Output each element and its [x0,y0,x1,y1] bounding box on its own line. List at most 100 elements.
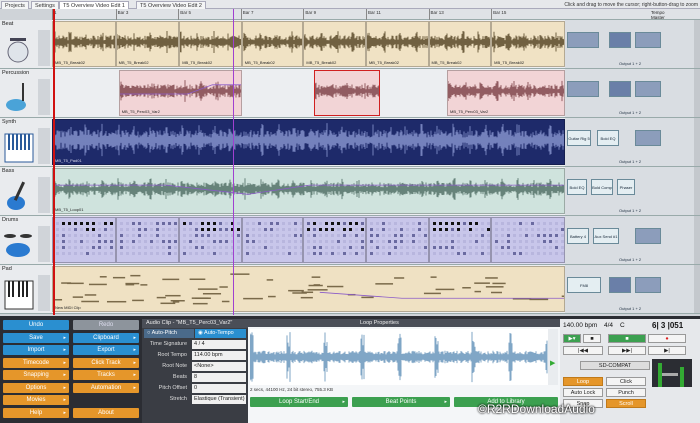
position-display[interactable]: 6| 3 |051 [652,321,683,330]
track-scrollbar[interactable] [694,69,700,117]
sync-mode-display[interactable]: SD-COMPAT [580,361,650,370]
track-name[interactable]: Pad [2,266,12,272]
auto-tempo-toggle[interactable]: ◉ Auto-Tempo [195,329,246,338]
movies-button[interactable]: Movies ▸ [3,395,69,405]
clip[interactable] [428,217,492,263]
about-button[interactable]: About [73,407,139,418]
end-button[interactable]: ▶| [648,346,686,355]
clip[interactable]: MB_T5_Break02 [491,21,565,67]
plugin-slot[interactable] [635,81,661,97]
tab-projects[interactable]: Projects [1,1,29,9]
track-name[interactable]: Synth [2,119,16,125]
track-output[interactable]: Output 1 + 2 [619,306,641,311]
track-scrollbar[interactable] [694,216,700,264]
record-mode-button[interactable]: ▶▾ [563,334,581,343]
clip[interactable]: MB_T5_Perc03_Var2 [447,70,565,116]
snapping-button[interactable]: Snapping ▸ [3,370,69,380]
tracks-button[interactable]: Tracks ▸ [73,370,139,380]
clip[interactable]: MB_T5_Pad01 [52,119,565,165]
clip[interactable]: MB_T5_Break02 [115,21,180,67]
punch-toggle[interactable]: Punch [606,388,646,397]
clip[interactable] [313,70,381,116]
automation-button[interactable]: Automation ▸ [73,382,139,393]
playhead-cursor[interactable] [233,9,234,315]
auto-lock-toggle[interactable]: Auto Lock [563,388,603,397]
timeline-ruler[interactable]: 1 Bar 3 Bar 5 Bar 7 Bar 9 Bar 11 Bar 13 Bar 15 [52,9,565,20]
track-lane-pad[interactable]: New MIDI Clip [52,265,565,314]
clip[interactable]: MB_T5_Break02 [241,21,304,67]
loop-waveform-scrollbar[interactable]: ▶ [548,329,558,385]
track-header-synth[interactable]: Synth [0,118,52,167]
loop-start-end-button[interactable]: Loop Start/End ▸ [250,397,348,407]
rewind-button[interactable]: |◀◀ [563,346,603,355]
tab-edit-2[interactable]: T5 Overview Video Edit 2 [136,1,206,9]
clip[interactable] [303,217,366,263]
export-button[interactable]: Export ▸ [73,345,139,355]
plugin-slot[interactable] [635,228,661,244]
beat-points-button[interactable]: Beat Points ▸ [352,397,450,407]
tab-edit-1[interactable]: T5 Overview Video Edit 1 [59,1,129,9]
plugin-slot[interactable]: Bold EQ [597,130,619,146]
track-lane-bass[interactable]: MB_T5_Loop01 [52,167,565,216]
clip[interactable] [52,217,116,263]
clip-property-value[interactable]: 4 / 4 [192,340,246,349]
plugin-slot[interactable]: FM8 [567,277,601,293]
master-fader[interactable] [662,373,678,376]
track-name[interactable]: Bass [2,168,14,174]
track-output[interactable]: Output 1 + 2 [619,257,641,262]
plugin-slot[interactable]: Guitar Rig 5 RFX [567,130,591,146]
plugin-slot[interactable]: Bold Comp [591,179,613,195]
undo-button[interactable]: Undo [3,320,69,330]
plugin-slot[interactable] [567,81,599,97]
clip[interactable]: MB_T5_Perc03_Var2 [118,70,242,116]
loop-toggle[interactable]: Loop [563,377,603,386]
clip-property-value[interactable]: 0 [192,384,246,393]
click-track-button[interactable]: Click Track ▸ [73,357,139,368]
timecode-button[interactable]: Timecode ▸ [3,357,69,368]
clip[interactable]: MB_T5_Break02 [365,21,429,67]
track-name[interactable]: Percussion [2,70,29,76]
clip[interactable]: MB_T5_Loop01 [52,168,565,214]
plugin-slot[interactable]: Battery 4 [567,228,589,244]
plugin-slot[interactable] [635,130,661,146]
plugin-slot[interactable]: Aux Send #1 [593,228,619,244]
clip-property-value[interactable]: 114.00 bpm [192,351,246,360]
loop-waveform[interactable] [250,329,548,385]
save-button[interactable]: Save ▸ [3,332,69,343]
track-level-slider[interactable] [38,177,50,213]
plugin-slot[interactable] [609,277,631,293]
clip[interactable] [491,217,565,263]
plugin-slot[interactable] [609,32,631,48]
import-button[interactable]: Import ▸ [3,345,69,355]
plugin-slot[interactable] [635,277,661,293]
track-output[interactable]: Output 1 + 2 [619,61,641,66]
clip[interactable]: New MIDI Clip [52,266,565,312]
record-button[interactable]: ● [648,334,686,343]
track-output[interactable]: Output 1 + 2 [619,110,641,115]
track-level-slider[interactable] [38,79,50,115]
clip[interactable] [241,217,304,263]
track-scrollbar[interactable] [694,167,700,215]
auto-pitch-toggle[interactable]: ○ Auto-Pitch [144,329,194,338]
track-level-slider[interactable] [38,226,50,262]
tab-settings[interactable]: Settings [31,1,59,9]
track-header-drums[interactable]: Drums [0,216,52,265]
track-name[interactable]: Beat [2,21,13,27]
track-lane-synth[interactable]: MB_T5_Pad01 [52,118,565,167]
track-header-percussion[interactable]: Percussion [0,69,52,118]
play-button[interactable]: ■ [608,334,646,343]
time-signature-display[interactable]: 4/4 [604,322,613,329]
track-name[interactable]: Drums [2,217,18,223]
track-level-slider[interactable] [38,30,50,66]
tempo-display[interactable]: 140.00 bpm [563,322,597,329]
track-level-slider[interactable] [38,275,50,311]
clip-property-value[interactable]: Elastique (Transient) [192,395,246,404]
plugin-slot[interactable] [567,32,599,48]
track-scrollbar[interactable] [694,118,700,166]
track-header-pad[interactable]: Pad [0,265,52,314]
stop-button[interactable]: ■ [583,334,601,343]
clip[interactable]: MB_T5_Break02 [428,21,492,67]
track-output[interactable]: Output 1 + 2 [619,159,641,164]
loop-start-marker[interactable] [53,9,55,315]
redo-button[interactable]: Redo [73,320,139,330]
